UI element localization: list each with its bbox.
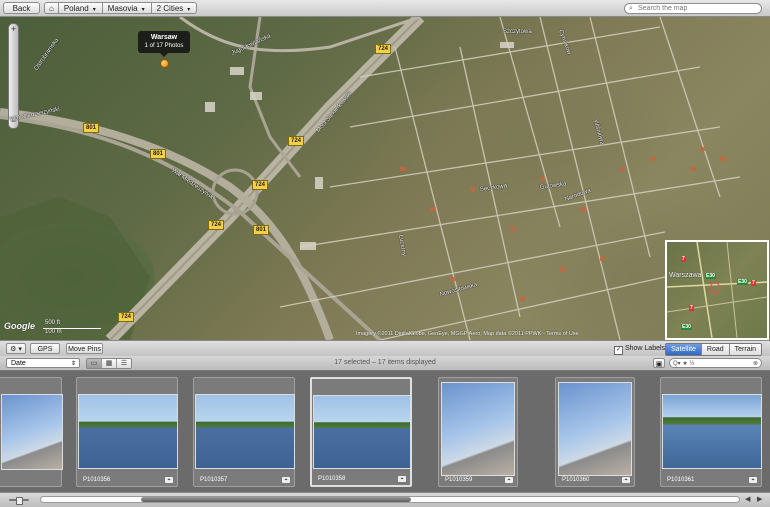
search-input[interactable]: [638, 4, 758, 13]
photo: [1, 394, 63, 470]
browser-bar: Date ⇕ ▭ ▦ ☰ 17 selected – 17 items disp…: [0, 356, 770, 371]
zoom-slider[interactable]: + −: [8, 23, 19, 129]
thumbnail-caption: P1010357: [200, 477, 228, 483]
thumbnail[interactable]: [0, 377, 63, 487]
thumbnail-size-slider[interactable]: [4, 497, 34, 505]
scroll-track[interactable]: [40, 496, 740, 503]
scroll-right-icon[interactable]: ▶: [757, 496, 762, 504]
mini-map-shield: 7: [689, 305, 694, 311]
photo: [195, 394, 295, 469]
filter-field[interactable]: Q▾ ★ ½ ⊗: [669, 358, 762, 368]
home-icon[interactable]: ⌂: [44, 2, 59, 14]
thumbnail[interactable]: P1010360 ⌖: [555, 377, 635, 487]
breadcrumb-poland[interactable]: Poland ▾: [58, 2, 103, 14]
search-field[interactable]: ⌕: [624, 3, 762, 14]
thumbnail[interactable]: P1010358 ⌖: [310, 377, 412, 487]
street-label: Szczytowa: [503, 29, 532, 35]
gps-badge-icon: ⌖: [622, 477, 630, 483]
thumbnail[interactable]: P1010357 ⌖: [193, 377, 295, 487]
chevron-down-icon: ▾: [92, 7, 96, 13]
road-shield: 801: [253, 225, 270, 235]
thumbnail[interactable]: P1010359 ⌖: [438, 377, 518, 487]
filter-text: Q▾ ★ ½: [673, 361, 695, 367]
pin-subtitle: 1 of 17 Photos: [144, 43, 184, 49]
thumbnail-caption: P1010361: [667, 477, 695, 483]
show-labels-checkbox[interactable]: ✓ Show Labels: [614, 344, 665, 355]
road-shield: 724: [252, 180, 269, 190]
satellite-button[interactable]: Satellite: [666, 344, 701, 355]
map-logo: Google: [4, 321, 35, 331]
show-labels-label: Show Labels: [624, 345, 666, 352]
breadcrumb-label: Poland: [63, 4, 89, 13]
scale-feet: 500 ft: [45, 320, 61, 326]
map-controls-bar: ⚙ ▾ GPS Move Pins ✓ Show Labels Satellit…: [0, 340, 770, 357]
photo: [313, 395, 411, 469]
mini-map-shield: 7: [681, 256, 686, 262]
thumbnail-caption: P1010356: [83, 477, 111, 483]
scroll-thumb[interactable]: [141, 497, 411, 502]
gps-badge-icon: ⌖: [749, 477, 757, 483]
breadcrumb-label: Masovia: [107, 4, 138, 13]
thumbnail[interactable]: P1010356 ⌖: [76, 377, 178, 487]
gps-badge-icon: ⌖: [282, 477, 290, 483]
breadcrumb-label: 2 Cities: [156, 4, 184, 13]
terrain-button[interactable]: Terrain: [728, 344, 762, 355]
map-roads: [0, 17, 741, 340]
mini-map-shield: E30: [705, 273, 716, 279]
gps-badge-icon: ⌖: [165, 477, 173, 483]
map-scale: 500 ft 100 m: [43, 319, 103, 337]
mini-map-shield: E30: [737, 279, 748, 285]
road-shield: 801: [83, 123, 100, 133]
road-shield: 724: [375, 44, 392, 54]
chevron-down-icon: ▾: [187, 7, 191, 13]
mini-map-label: Warszawa: [669, 272, 702, 279]
map-type-selector[interactable]: Satellite Road Terrain: [665, 343, 763, 356]
slider-knob[interactable]: [16, 497, 23, 505]
back-button[interactable]: Back: [3, 2, 40, 14]
thumbnail-strip: P1010356 ⌖ P1010357 ⌖ P1010358 ⌖ P101035…: [0, 371, 770, 492]
move-pins-button[interactable]: Move Pins: [66, 343, 103, 354]
photo: [662, 394, 762, 469]
search-icon: ⌕: [629, 5, 633, 12]
gps-button[interactable]: GPS: [30, 343, 60, 354]
mini-map[interactable]: Warszawa 7 E30 E30 7 E30 7: [665, 240, 769, 340]
road-shield: 801: [150, 149, 167, 159]
road-shield: 724: [118, 312, 135, 322]
breadcrumb-cities[interactable]: 2 Cities ▾: [151, 2, 198, 14]
map-pin-icon[interactable]: [160, 59, 169, 68]
thumbnail-caption: P1010358: [318, 476, 346, 482]
top-toolbar: Back ⌂ Poland ▾ Masovia ▾ 2 Cities ▾ ⌕: [0, 0, 770, 17]
gps-badge-icon: ⌖: [505, 477, 513, 483]
gps-badge-icon: ⌖: [398, 476, 406, 482]
pin-title: Warsaw: [150, 34, 178, 41]
pin-popup[interactable]: Warsaw 1 of 17 Photos: [138, 31, 190, 57]
breadcrumb: ⌂ Poland ▾ Masovia ▾ 2 Cities ▾: [44, 2, 198, 14]
horizontal-scrollbar: ◀ ▶: [0, 492, 770, 507]
thumbnail-caption: P1010359: [445, 477, 473, 483]
photo: [441, 382, 515, 476]
road-shield: 724: [288, 136, 305, 146]
scale-meters: 100 m: [45, 329, 62, 335]
road-shield: 724: [208, 220, 225, 230]
mini-map-shield: E30: [681, 324, 692, 330]
breadcrumb-masovia[interactable]: Masovia ▾: [102, 2, 152, 14]
thumbnail[interactable]: P1010361 ⌖: [660, 377, 762, 487]
photo: [78, 394, 178, 469]
map-attribution[interactable]: Imagery ©2011 DigitalGlobe, GeoEye, MGGP…: [356, 331, 579, 337]
photo-icon[interactable]: ▣: [653, 358, 665, 368]
road-button[interactable]: Road: [700, 344, 729, 355]
thumbnail-caption: P1010360: [562, 477, 590, 483]
map-view[interactable]: + − Warsaw 1 of 17 Photos 724 724 724 72…: [0, 17, 770, 340]
gear-icon[interactable]: ⚙ ▾: [6, 343, 26, 354]
chevron-down-icon: ▾: [141, 7, 145, 13]
mini-map-shield: 7: [751, 280, 756, 286]
checkbox-icon[interactable]: ✓: [614, 346, 623, 355]
scroll-left-icon[interactable]: ◀: [745, 496, 750, 504]
photo: [558, 382, 632, 476]
zoom-in-icon[interactable]: +: [9, 25, 18, 34]
clear-icon[interactable]: ⊗: [753, 359, 758, 369]
